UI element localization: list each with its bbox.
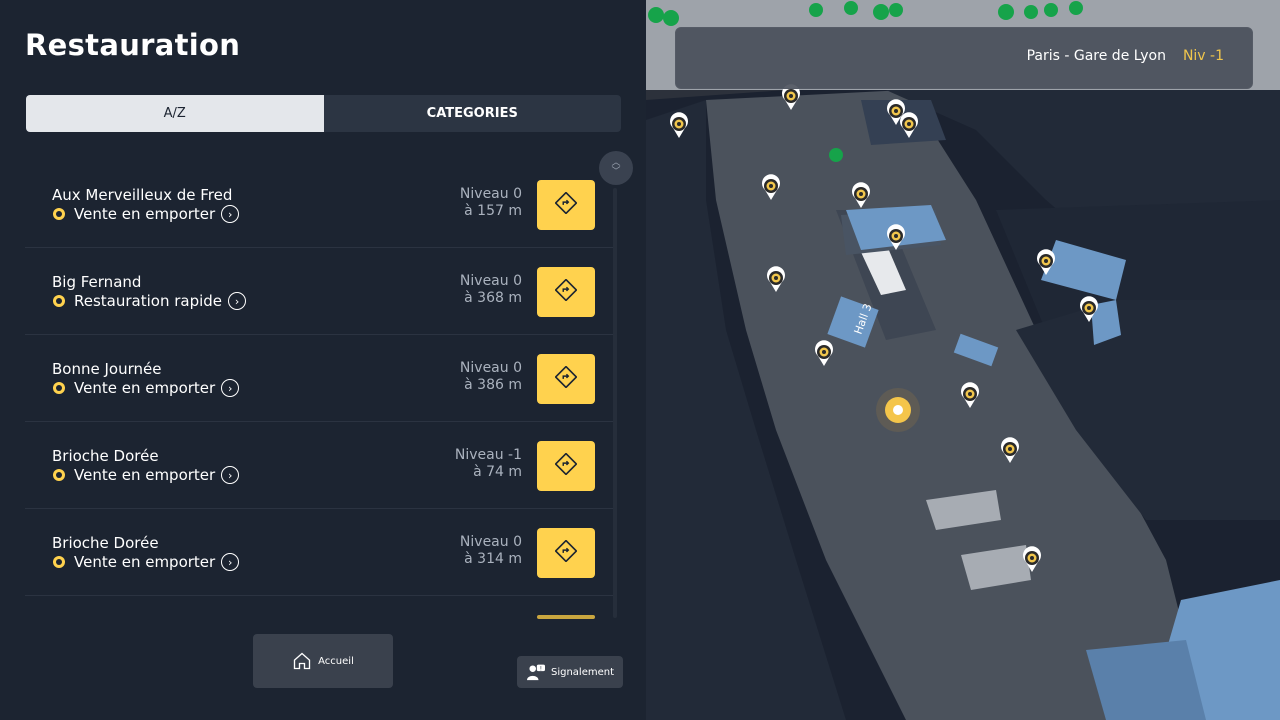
restaurant-category[interactable]: Vente en emporter › (52, 379, 240, 397)
svg-text:!: ! (540, 666, 542, 672)
list-item[interactable]: Big Fernand Restauration rapide › Niveau 0à… (25, 248, 613, 335)
category-label: Restauration rapide (74, 292, 223, 310)
restaurant-icon (52, 468, 66, 482)
map-canvas: Hall 3 (646, 0, 1280, 720)
restaurant-location: Niveau 0à 386 m (460, 360, 522, 394)
list-item[interactable]: Brioche Dorée Vente en emporter › Niveau 0à… (25, 509, 613, 596)
directions-button[interactable] (537, 180, 595, 230)
distance-label: à 314 m (464, 551, 522, 567)
level-label: Niveau 0 (459, 186, 522, 202)
category-label: Vente en emporter (74, 466, 216, 484)
map-header: Paris - Gare de Lyon Niv -1 (675, 27, 1253, 89)
restaurant-icon (52, 381, 66, 395)
list-item[interactable]: Brioche Dorée Vente en emporter › Niveau -1… (25, 422, 613, 509)
report-icon: ! (526, 664, 545, 681)
directions-icon (554, 539, 578, 566)
chevron-right-icon: › (221, 379, 240, 397)
list-item[interactable] (25, 596, 613, 620)
station-map[interactable]: Hall 3 (646, 0, 1280, 720)
level-label: Niveau -1 (454, 447, 522, 463)
tab-a-z[interactable]: A/Z (26, 95, 324, 132)
home-label: Accueil (318, 655, 354, 667)
category-label: Vente en emporter (74, 205, 216, 223)
restaurant-name: Big Fernand (52, 273, 142, 291)
chevron-right-icon: › (221, 553, 240, 571)
level-label: Niveau 0 (459, 360, 522, 376)
restaurant-name: Bonne Journée (52, 360, 162, 378)
report-label: Signalement (550, 666, 615, 678)
restaurant-category[interactable]: Vente en emporter › (52, 205, 240, 223)
level-label: Niveau 0 (459, 273, 522, 289)
tab-categories[interactable]: CATEGORIES (324, 95, 622, 132)
category-label: Vente en emporter (74, 553, 216, 571)
chevron-right-icon: › (221, 466, 240, 484)
restaurant-category[interactable]: Restauration rapide › (52, 292, 247, 310)
category-label: Vente en emporter (74, 379, 216, 397)
restaurant-list: Aux Merveilleux de Fred Vente en emporter… (25, 161, 613, 620)
restaurant-location: Niveau 0à 368 m (460, 273, 522, 307)
directions-icon (554, 365, 578, 392)
home-button[interactable]: Accueil (253, 634, 393, 688)
directions-icon (554, 278, 578, 305)
directions-button[interactable] (537, 528, 595, 578)
distance-label: à 157 m (464, 203, 522, 219)
restaurant-category[interactable]: Vente en emporter › (52, 553, 240, 571)
restaurant-location: Niveau 0à 157 m (460, 186, 522, 220)
station-name: Paris - Gare de Lyon (1026, 48, 1166, 64)
distance-label: à 386 m (464, 377, 522, 393)
page-title: Restauration (25, 28, 241, 62)
distance-label: à 74 m (473, 464, 522, 480)
home-icon (293, 652, 311, 670)
restaurant-name: Brioche Dorée (52, 447, 159, 465)
list-item[interactable]: Aux Merveilleux de Fred Vente en emporter… (25, 161, 613, 248)
chevron-right-icon: › (228, 292, 247, 310)
report-button[interactable]: ! Signalement (517, 656, 623, 688)
directions-button[interactable] (537, 267, 595, 317)
directions-icon (554, 191, 578, 218)
scrollbar[interactable] (613, 188, 617, 618)
tab-bar: A/Z CATEGORIES (26, 95, 621, 132)
restaurant-category[interactable]: Vente en emporter › (52, 466, 240, 484)
directions-button[interactable] (537, 441, 595, 491)
distance-label: à 368 m (464, 290, 522, 306)
restaurant-icon (52, 294, 66, 308)
restaurant-location: Niveau 0à 314 m (460, 534, 522, 568)
level-label: Niveau 0 (459, 534, 522, 550)
list-item[interactable]: Bonne Journée Vente en emporter › Niveau 0à… (25, 335, 613, 422)
restaurant-location: Niveau -1 à 74 m (455, 447, 522, 481)
left-panel: Restauration A/Z CATEGORIES ︿ ﹀ Aux Merv… (0, 0, 646, 720)
restaurant-name: Brioche Dorée (52, 534, 159, 552)
restaurant-icon (52, 207, 66, 221)
directions-button[interactable] (537, 615, 595, 619)
restaurant-name: Aux Merveilleux de Fred (52, 186, 233, 204)
directions-button[interactable] (537, 354, 595, 404)
directions-icon (554, 452, 578, 479)
level-indicator[interactable]: Niv -1 (1183, 48, 1224, 64)
restaurant-icon (52, 555, 66, 569)
chevron-right-icon: › (221, 205, 240, 223)
